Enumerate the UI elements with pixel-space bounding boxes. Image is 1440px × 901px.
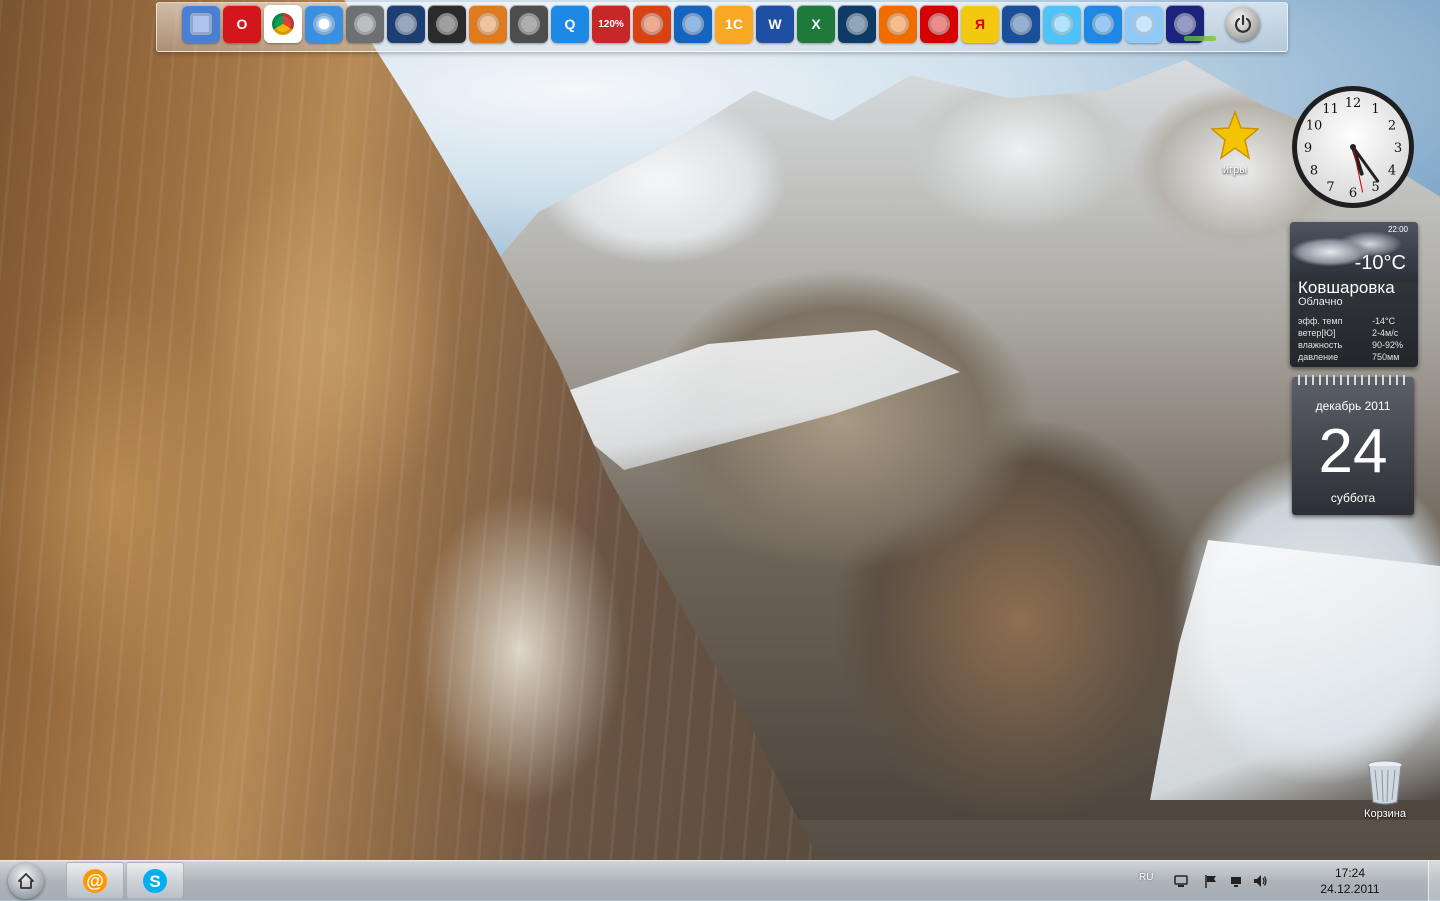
flag-icon[interactable] <box>1203 873 1219 889</box>
clock-numeral: 7 <box>1326 180 1334 195</box>
power-button[interactable] <box>1226 7 1260 41</box>
network-tray-icon[interactable] <box>1228 873 1244 889</box>
yandex-icon[interactable]: Я <box>961 5 999 43</box>
camera-icon[interactable] <box>510 5 548 43</box>
analog-clock-face: 12 1234567891011 <box>1292 86 1414 208</box>
action-center-icon[interactable] <box>1173 873 1189 889</box>
taskbar-date: 24.12.2011 <box>1320 882 1380 896</box>
start-button[interactable] <box>8 863 44 899</box>
clock-numeral: 6 <box>1349 186 1357 201</box>
calendar-weekday: суббота <box>1330 491 1376 505</box>
power-icon <box>1234 14 1252 33</box>
weather-row-value: 90-92% <box>1372 340 1404 350</box>
recycle-bin-icon <box>1367 760 1403 805</box>
mail-agent-icon: @ <box>83 868 107 893</box>
weather-details: эфф. темп -14°C ветер[Ю] 2-4м/с влажность 9… <box>1298 315 1410 363</box>
quicktime-icon[interactable]: Q <box>551 5 589 43</box>
dock-items: O Q 120% 1С W X Я <box>182 5 1204 43</box>
calendar-month: декабрь 2011 <box>1315 399 1391 413</box>
svg-text:S: S <box>149 872 160 891</box>
clock-gadget[interactable]: 12 1 2 3 4 5 6 7 8 9 10 11 <box>1290 84 1416 210</box>
weather-condition: Облачно <box>1298 296 1343 308</box>
weather-row-label: влажность <box>1298 340 1343 350</box>
desktop-icon-games-label: игры <box>1222 164 1248 176</box>
taskbar: @ S RU 17:24 24.12.2011 <box>0 860 1440 901</box>
finder-icon[interactable] <box>182 5 220 43</box>
calendar-rings <box>1298 375 1408 385</box>
1c-icon[interactable]: 1С <box>715 5 753 43</box>
show-desktop-button[interactable] <box>1428 861 1440 901</box>
clock-numeral: 4 <box>1388 164 1396 179</box>
clock-numeral: 12 <box>1345 96 1362 111</box>
display-icon[interactable] <box>387 5 425 43</box>
home-icon <box>18 873 34 889</box>
desktop-icon-recycle-bin[interactable]: Корзина <box>1350 758 1420 820</box>
weather-row-value: 2-4м/с <box>1372 328 1399 338</box>
skype-icon: S <box>143 868 167 893</box>
desktop-icon-recycle-label: Корзина <box>1364 808 1406 820</box>
clock-numeral: 8 <box>1310 164 1318 179</box>
weather-row-label: ветер[Ю] <box>1298 328 1336 338</box>
volume-icon[interactable] <box>1252 873 1268 889</box>
weather-row: давление 750мм <box>1298 351 1410 363</box>
weather-row: ветер[Ю] 2-4м/с <box>1298 327 1410 339</box>
weather-gadget[interactable]: 22:00 -10°C Ковшаровка Облачно эфф. темп… <box>1290 222 1418 367</box>
radio-icon[interactable] <box>633 5 671 43</box>
weather-row-value: -14°C <box>1372 316 1396 326</box>
clock-numeral: 2 <box>1388 119 1396 134</box>
taskbar-clock[interactable]: 17:24 24.12.2011 <box>1305 865 1395 897</box>
weather-time: 22:00 <box>1387 225 1408 234</box>
weather-row-value: 750мм <box>1372 352 1400 362</box>
taskbar-time: 17:24 <box>1334 866 1366 880</box>
video-editor-icon[interactable] <box>428 5 466 43</box>
desktop-icon-games[interactable]: игры <box>1200 110 1270 176</box>
weather-temperature: -10°C <box>1354 252 1406 274</box>
media-player-icon[interactable] <box>838 5 876 43</box>
acrobat-icon[interactable]: 120% <box>592 5 630 43</box>
weather-row: влажность 90-92% <box>1298 339 1410 351</box>
photo-viewer-icon[interactable] <box>469 5 507 43</box>
weather-row-label: эфф. темп <box>1298 316 1343 326</box>
clock-numeral: 1 <box>1371 102 1379 117</box>
cleaner-icon[interactable] <box>1125 5 1163 43</box>
opera-icon[interactable]: O <box>223 5 261 43</box>
word-icon[interactable]: W <box>756 5 794 43</box>
weather-city: Ковшаровка <box>1298 278 1395 297</box>
weather-row-label: давление <box>1298 352 1339 362</box>
svg-text:@: @ <box>86 871 104 891</box>
lightning-icon[interactable] <box>674 5 712 43</box>
dock-indicator <box>1184 36 1216 41</box>
clock-numeral: 11 <box>1322 102 1339 117</box>
clock-numeral: 3 <box>1394 141 1402 156</box>
safari-icon[interactable] <box>305 5 343 43</box>
spin-app-icon[interactable] <box>920 5 958 43</box>
calendar-gadget[interactable]: декабрь 2011 24 суббота <box>1292 375 1414 515</box>
system-settings-icon[interactable] <box>346 5 384 43</box>
excel-icon[interactable]: X <box>797 5 835 43</box>
clock-numeral: 10 <box>1306 119 1323 134</box>
taskbar-skype[interactable]: S <box>126 862 184 899</box>
google-earth-icon[interactable] <box>1002 5 1040 43</box>
clock-numeral: 9 <box>1304 141 1312 156</box>
network-icon[interactable] <box>1084 5 1122 43</box>
window-app-icon[interactable] <box>1043 5 1081 43</box>
chrome-icon[interactable] <box>264 5 302 43</box>
star-icon <box>1211 110 1259 160</box>
weather-row: эфф. темп -14°C <box>1298 315 1410 327</box>
taskbar-mail-agent[interactable]: @ <box>66 862 124 899</box>
language-indicator[interactable]: RU <box>1139 872 1153 883</box>
calendar-day: 24 <box>1318 417 1388 486</box>
arrow-app-icon[interactable] <box>879 5 917 43</box>
